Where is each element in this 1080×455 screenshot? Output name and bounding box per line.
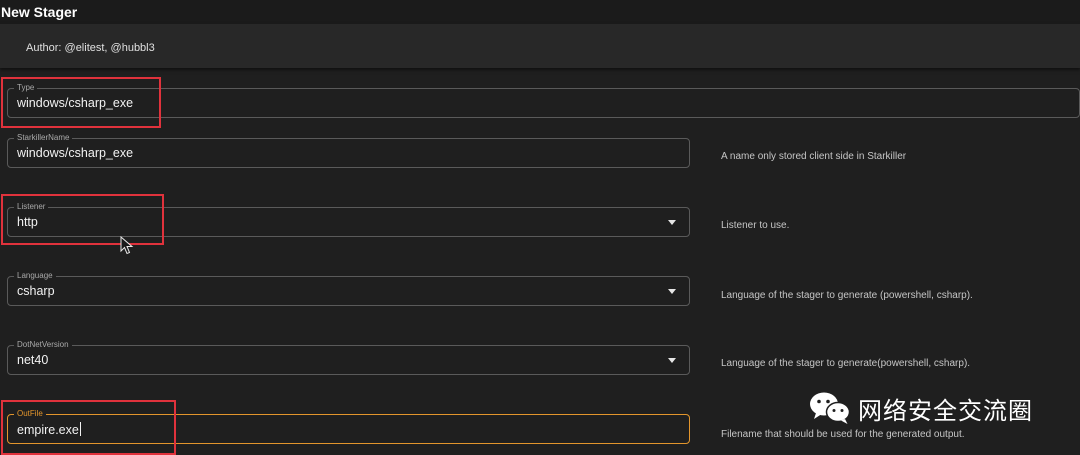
author-bar: Author: @elitest, @hubbl3: [0, 24, 1080, 68]
starkiller-name-label: StarkillerName: [14, 132, 73, 143]
listener-help: Listener to use.: [721, 220, 790, 231]
chevron-down-icon[interactable]: [668, 358, 676, 363]
wechat-icon: [810, 392, 851, 424]
highlight-box-listener: [1, 194, 164, 245]
watermark: 网络安全交流圈: [808, 388, 1033, 428]
type-field[interactable]: Type windows/csharp_exe: [7, 82, 1080, 118]
dialog-header: New Stager: [0, 0, 1080, 24]
language-label: Language: [14, 270, 56, 281]
starkiller-name-field[interactable]: StarkillerName windows/csharp_exe: [7, 132, 690, 168]
dotnet-version-help: Language of the stager to generate(power…: [721, 358, 971, 369]
language-value: csharp: [17, 284, 55, 298]
dotnet-version-select[interactable]: DotNetVersion net40: [7, 339, 690, 375]
chevron-down-icon[interactable]: [668, 220, 676, 225]
page-title: New Stager: [1, 4, 78, 20]
chevron-down-icon[interactable]: [668, 289, 676, 294]
dotnet-version-value: net40: [17, 353, 49, 367]
outfile-help: Filename that should be used for the gen…: [721, 429, 965, 440]
language-select[interactable]: Language csharp: [7, 270, 690, 306]
language-help: Language of the stager to generate (powe…: [721, 290, 973, 301]
starkiller-name-help: A name only stored client side in Starki…: [721, 151, 907, 162]
author-text: Author: @elitest, @hubbl3: [26, 42, 155, 54]
watermark-text: 网络安全交流圈: [858, 396, 1033, 425]
mouse-pointer-icon: [120, 236, 134, 255]
starkiller-name-value: windows/csharp_exe: [17, 146, 134, 160]
highlight-box-outfile: [1, 400, 176, 455]
highlight-box-type: [1, 77, 161, 128]
dotnet-version-label: DotNetVersion: [14, 339, 72, 350]
